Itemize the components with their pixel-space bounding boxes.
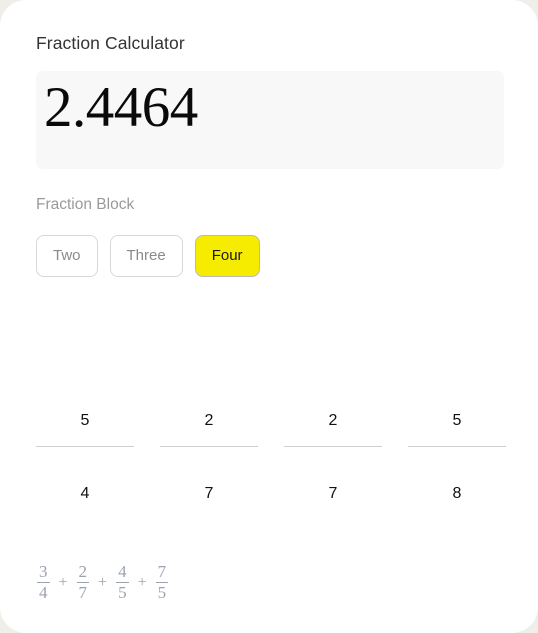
fraction-input-group-3: 2 7 xyxy=(284,401,382,514)
page-title: Fraction Calculator xyxy=(36,33,185,53)
formula-term-3-denominator: 5 xyxy=(118,583,127,603)
numerator-input-1[interactable]: 5 xyxy=(36,401,134,441)
denominator-input-3[interactable]: 7 xyxy=(284,474,382,514)
formula-term-4-numerator: 7 xyxy=(157,562,167,581)
denominator-input-1[interactable]: 4 xyxy=(36,474,134,514)
fraction-input-group-4: 5 8 xyxy=(408,401,506,514)
denominator-input-4[interactable]: 8 xyxy=(408,474,506,514)
block-option-three[interactable]: Three xyxy=(109,235,183,277)
formula-term-2-denominator: 7 xyxy=(78,583,88,603)
formula-term-1-numerator: 3 xyxy=(39,562,48,581)
formula-expression: 3 4 + 2 7 + 4 5 + 7 5 xyxy=(37,562,169,603)
formula-term-1-denominator: 4 xyxy=(39,583,48,603)
block-option-two[interactable]: Two xyxy=(36,235,98,277)
formula-term-2: 2 7 xyxy=(76,562,90,603)
formula-operator-3: + xyxy=(137,573,147,591)
fraction-input-group-2: 2 7 xyxy=(160,401,258,514)
fraction-block-options: Two Three Four xyxy=(36,235,260,277)
fraction-bar-3 xyxy=(284,446,382,447)
formula-term-1: 3 4 xyxy=(37,562,50,603)
block-option-four[interactable]: Four xyxy=(194,235,260,277)
numerator-input-4[interactable]: 5 xyxy=(408,401,506,441)
result-value: 2.4464 xyxy=(44,76,198,139)
result-display: 2.4464 xyxy=(36,71,504,169)
formula-operator-2: + xyxy=(98,573,108,591)
numerator-input-2[interactable]: 2 xyxy=(160,401,258,441)
fraction-input-group-1: 5 4 xyxy=(36,401,134,514)
denominator-input-2[interactable]: 7 xyxy=(160,474,258,514)
formula-operator-1: + xyxy=(58,573,68,591)
formula-term-4-denominator: 5 xyxy=(157,583,167,603)
fraction-bar-4 xyxy=(408,446,506,447)
numerator-input-3[interactable]: 2 xyxy=(284,401,382,441)
fraction-inputs: 5 4 2 7 2 7 5 8 xyxy=(36,401,506,514)
fraction-calculator-card: Fraction Calculator 2.4464 Fraction Bloc… xyxy=(0,0,538,633)
formula-term-4: 7 5 xyxy=(155,562,169,603)
formula-term-3-numerator: 4 xyxy=(118,562,127,581)
fraction-block-label: Fraction Block xyxy=(36,196,135,213)
fraction-bar-2 xyxy=(160,446,258,447)
formula-term-3: 4 5 xyxy=(116,562,129,603)
formula-term-2-numerator: 2 xyxy=(78,562,88,581)
fraction-bar-1 xyxy=(36,446,134,447)
